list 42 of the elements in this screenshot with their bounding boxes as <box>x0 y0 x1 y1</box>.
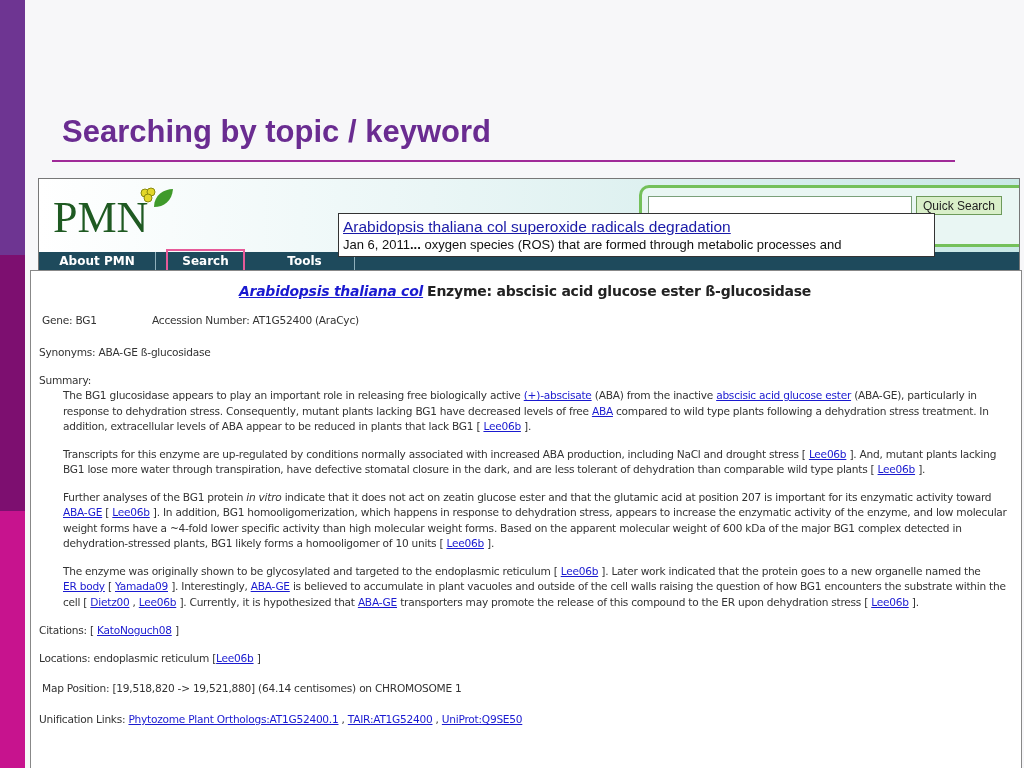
reference-link[interactable]: Lee06b <box>112 506 150 518</box>
reference-link[interactable]: Lee06b <box>560 564 599 577</box>
map-position-text: Map Position: [19,518,820 -> 19,521,880] (64.14 centisomes) on CHROMOSOME 1 <box>41 681 463 696</box>
accession-label: Accession Number: AT1G52400 (AraCyc) <box>152 314 359 328</box>
reference-link[interactable]: ABA-GE <box>63 506 103 518</box>
reference-link[interactable]: UniProt:Q9SE50 <box>441 713 523 725</box>
reference-link[interactable]: KatoNoguch08 <box>97 624 172 636</box>
summary-paragraph: Transcripts for this enzyme are up-regulated by conditions normally associated with increased ABA production, including NaCl and drought stress [ Lee06b ]. And, mutant plants lacking BG1 lose more water through transpiration, have defective stomatal closure in the dark, and are less tolerant of dehydration than comparable wild type plants [ Lee06b ]. <box>63 446 998 477</box>
reference-link[interactable]: Phytozome Plant Orthologs:AT1G52400.1 <box>128 713 339 725</box>
gene-label: Gene: BG1 <box>42 314 98 328</box>
reference-link[interactable]: (+)-abscisate <box>523 389 592 401</box>
reference-link[interactable]: ABA-GE <box>250 580 290 592</box>
logo-text: PMN <box>53 192 149 243</box>
unification-links-text: Unification Links: Phytozome Plant Orthologs:AT1G52400.1 , TAIR:AT1G52400 , UniProt:Q9SE50 <box>39 712 524 727</box>
reference-link[interactable]: Lee06b <box>138 595 177 608</box>
result-snippet: Jan 6, 2011... oxygen species (ROS) that are formed through metabolic processes and <box>343 236 843 253</box>
reference-link[interactable]: Lee06b <box>446 537 484 549</box>
summary-paragraph: The enzyme was originally shown to be glycosylated and targeted to the endoplasmic reticulum [ Lee06b ]. Later work indicated that the protein goes to a new organelle named the ER body [ Yamada09 ]. Interestingly, ABA-GE is believed to accumulate in plant vacuoles and outside of the cell walls raising the question of how BG1 encounters the substrate within the cell [ Dietz00 , Lee06b ]. Currently, it is hypothesized that ABA-GE transporters may promote the release of this compound to the ER upon dehydration stress [ Lee06b ]. <box>63 563 1007 610</box>
reference-link[interactable]: Lee06b <box>216 652 254 664</box>
organism-link[interactable]: Arabidopsis thaliana col <box>238 283 424 299</box>
reference-link[interactable]: abscisic acid glucose ester <box>716 389 852 401</box>
result-link[interactable]: Arabidopsis thaliana col superoxide radicals degradation <box>343 217 930 236</box>
summary-paragraph: Further analyses of the BG1 protein in vitro indicate that it does not act on zeatin glucose ester and that the glutamic acid at position 207 is important for its enzymatic activity toward ABA-GE [ Lee06b ]. In addition, BG1 homooligomerization, which happens in response to dehydration stress, appears to increase the enzymatic activity of the enzyme, and low molecular weight forms have a ~4-fold lower specific activity than high molecular weight forms. Based on the apparent molecular weight of 600 kDa of the major BG1 complex detected in dehydration-stressed plants, BG1 likely forms a homooligomer of 10 units [ Lee06b ]. <box>63 489 1008 551</box>
reference-link[interactable]: Lee06b <box>483 420 521 432</box>
reference-link[interactable]: Lee06b <box>877 463 916 475</box>
reference-link[interactable]: Yamada09 <box>115 580 168 592</box>
reference-link[interactable]: Lee06b <box>871 595 909 608</box>
reference-link[interactable]: ABA-GE <box>357 595 398 608</box>
locations-text: Locations: endoplasmic reticulum [Lee06b ] <box>39 651 262 666</box>
summary-label: Summary: <box>39 373 92 388</box>
search-button[interactable]: Quick Search <box>916 196 1003 215</box>
synonyms-text: Synonyms: ABA-GE ß-glucosidase <box>39 345 212 360</box>
reference-link[interactable]: Dietz00 <box>90 595 130 608</box>
summary-paragraph: The BG1 glucosidase appears to play an important role in releasing free biologically active (+)-abscisate (ABA) from the inactive abscisic acid glucose ester (ABA-GE), particularly in response to dehydration stress. Consequently, mutant plants lacking BG1 have decreased levels of free ABA compared to wild type plants following a dehydration stress treatment. In addition, extracellular levels of ABA appear to be reduced in plants that lack BG1 [ Lee06b ]. <box>63 388 990 434</box>
reference-link[interactable]: Lee06b <box>808 447 847 460</box>
citations-text: Citations: [ KatoNoguch08 ] <box>39 623 180 638</box>
enzyme-title: Enzyme: abscisic acid glucose ester ß-glucosidase <box>427 283 812 299</box>
reference-link[interactable]: TAIR:AT1G52400 <box>347 713 433 725</box>
reference-link[interactable]: ER body <box>63 580 105 592</box>
reference-link[interactable]: ABA <box>591 404 613 417</box>
search-field[interactable] <box>648 196 912 216</box>
slide-title: Searching by topic / keyword <box>62 114 491 150</box>
